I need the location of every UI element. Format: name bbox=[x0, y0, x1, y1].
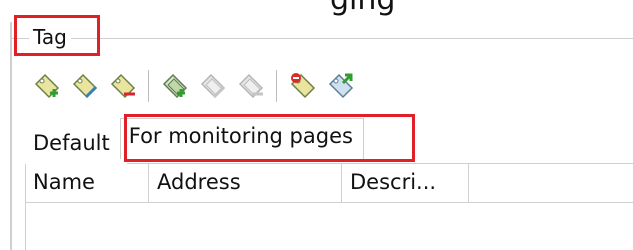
tag-add-icon bbox=[34, 73, 60, 99]
groupbox-top-border bbox=[12, 38, 633, 39]
tag-toolbar bbox=[28, 64, 360, 108]
column-header-address[interactable]: Address bbox=[149, 164, 342, 203]
delete-tag-button[interactable] bbox=[104, 68, 142, 104]
highlight-tag-legend bbox=[14, 15, 100, 56]
tag-delete-group-icon bbox=[238, 73, 264, 99]
highlight-monitoring-tab bbox=[124, 114, 415, 162]
tag-delete-icon bbox=[110, 73, 136, 99]
toolbar-separator bbox=[276, 70, 278, 102]
column-header-filler bbox=[469, 164, 633, 203]
tag-add-group-icon bbox=[162, 73, 188, 99]
edit-group-button[interactable] bbox=[194, 68, 232, 104]
tab-default[interactable]: Default bbox=[28, 118, 120, 158]
tag-edit-icon bbox=[72, 73, 98, 99]
tag-edit-group-icon bbox=[200, 73, 226, 99]
delete-group-button[interactable] bbox=[232, 68, 270, 104]
column-header-name[interactable]: Name bbox=[26, 164, 149, 203]
cut-off-heading: ging bbox=[330, 0, 395, 17]
import-tags-button[interactable] bbox=[284, 68, 322, 104]
toolbar-separator bbox=[148, 70, 150, 102]
tag-export-icon bbox=[328, 73, 354, 99]
add-group-button[interactable] bbox=[156, 68, 194, 104]
edit-tag-button[interactable] bbox=[66, 68, 104, 104]
panel-left-border bbox=[10, 22, 12, 250]
tag-table: Name Address Descri... bbox=[25, 164, 633, 250]
tag-panel-screenshot: ging Tag bbox=[0, 0, 633, 250]
tag-import-icon bbox=[290, 73, 316, 99]
export-tags-button[interactable] bbox=[322, 68, 360, 104]
add-tag-button[interactable] bbox=[28, 68, 66, 104]
column-header-description[interactable]: Descri... bbox=[342, 164, 469, 203]
